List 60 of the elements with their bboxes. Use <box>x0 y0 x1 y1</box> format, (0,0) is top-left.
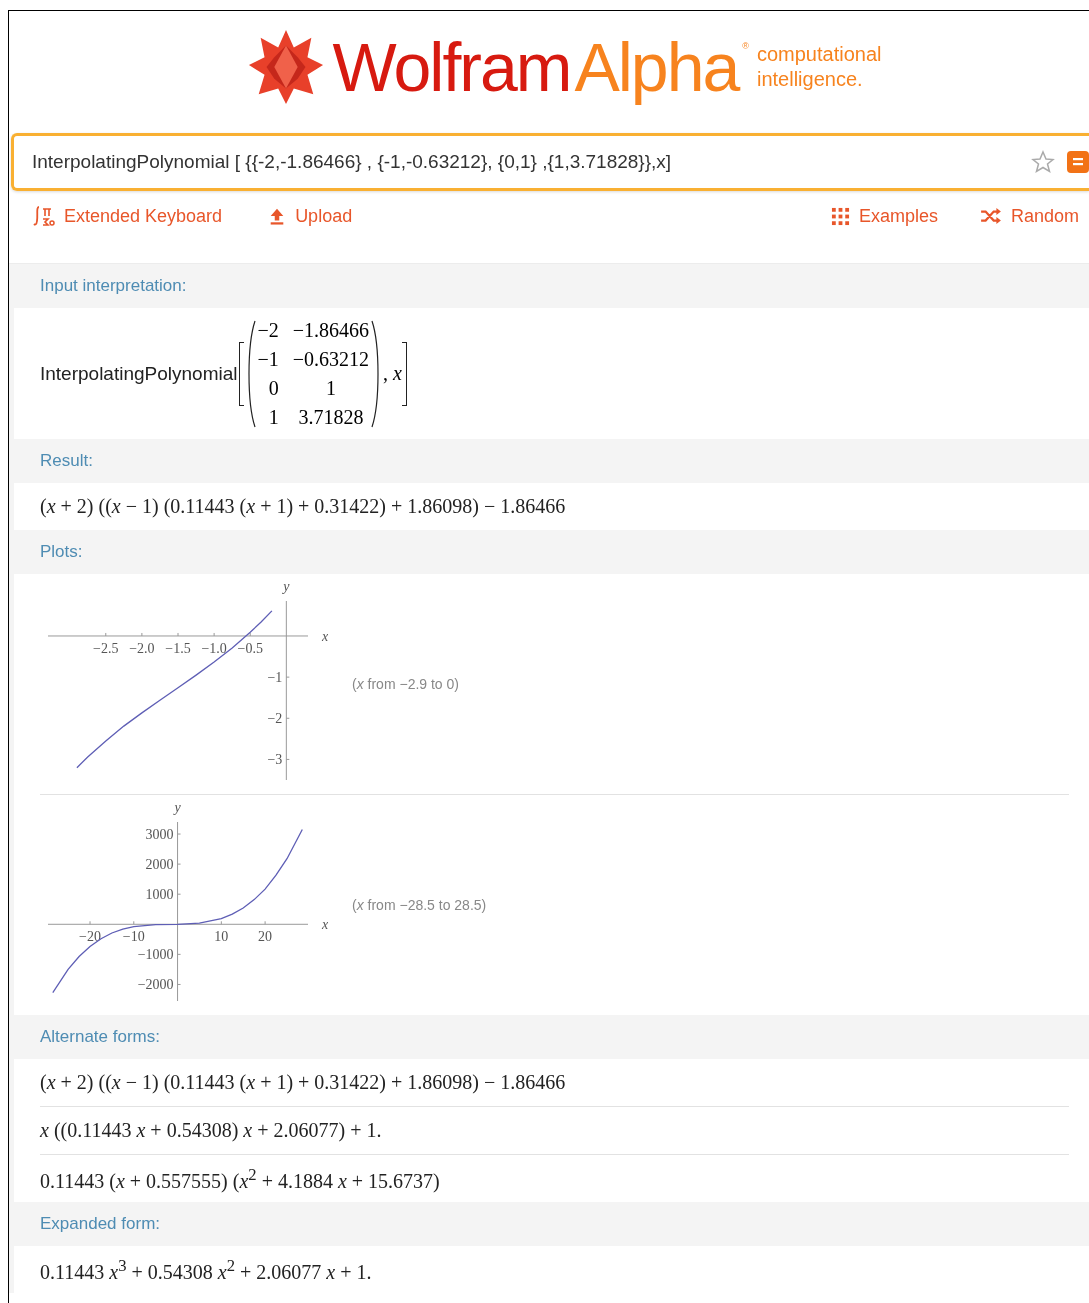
matrix-cell: −1 <box>257 346 279 372</box>
plot-range-caption: (x from −2.9 to 0) <box>352 676 459 692</box>
math-symbols-icon <box>33 205 55 227</box>
right-bracket <box>401 341 407 406</box>
search-input[interactable]: InterpolatingPolynomial [ {{-2,-1.86466} , {-1,-0.63212}, {0,1} ,{1,3.71828}},x] <box>32 151 1019 173</box>
matrix-cell-text: 0 <box>267 375 279 401</box>
tick-label: 20 <box>258 928 273 944</box>
pod-title: Expanded form: <box>40 1214 160 1234</box>
logo-wordmark: Wolfram <box>332 33 571 101</box>
toolbar-link[interactable]: Examples <box>830 201 938 231</box>
toolbar-link[interactable]: Random <box>979 201 1079 231</box>
pod-title: Alternate forms: <box>40 1027 160 1047</box>
tick-label: −20 <box>79 928 101 944</box>
tick-label: 1000 <box>145 886 174 902</box>
function-name: InterpolatingPolynomial <box>40 362 238 385</box>
list-icon[interactable] <box>1067 151 1089 173</box>
tick-label: 3000 <box>145 826 174 842</box>
tick-label: −3 <box>267 751 283 767</box>
logo-tagline: computational <box>756 42 882 67</box>
matrix-cell-text: 1 <box>267 404 279 430</box>
formula-text: 0.11443 x$^{3}$ + 0.54308 x$^{2}$ + 2.06077 x + 1. <box>40 1255 372 1284</box>
pod-title: Result: <box>40 451 93 471</box>
tick-label: 10 <box>214 928 229 944</box>
tick-label: −10 <box>122 928 145 944</box>
axis-label: y <box>174 799 181 815</box>
tick-label: −1.5 <box>165 640 191 656</box>
grid-icon <box>830 206 850 226</box>
axis-label: x <box>322 916 329 932</box>
toolbar-link[interactable]: Extended Keyboard <box>33 201 223 231</box>
pod-title: Plots: <box>40 542 83 562</box>
tick-label: −2.5 <box>93 640 119 656</box>
formula-text: 0.11443 (x + 0.557555) (x$^{2}$ + 4.1884 x + 15.6737) <box>40 1164 440 1193</box>
formula-text: (x + 2) ((x − 1) (0.11443 (x + 1) + 0.31422) + 1.86098) − 1.86466 <box>40 1071 566 1094</box>
tick-label: −0.5 <box>237 640 263 656</box>
plot-range-caption: (x from −28.5 to 28.5) <box>352 897 487 913</box>
left-bracket <box>238 341 244 406</box>
matrix-cell-text: 1 <box>324 375 337 401</box>
matrix-cell-text: 3.71828 <box>297 404 365 430</box>
tick-label: −2.0 <box>129 640 155 656</box>
tick-label: −1000 <box>137 946 174 962</box>
shuffle-icon <box>979 207 1002 225</box>
pod-title: Input interpretation: <box>40 276 187 296</box>
tick-label: −1 <box>267 669 283 685</box>
tick-label: −2 <box>267 710 283 726</box>
search-field[interactable]: InterpolatingPolynomial [ {{-2,-1.86466} , {-1,-0.63212}, {0,1} ,{1,3.71828}},x] <box>11 133 1089 191</box>
matrix-cell: −0.63212 <box>292 346 370 372</box>
star-icon[interactable] <box>1031 150 1055 174</box>
tick-label: −1.0 <box>201 640 227 656</box>
formula-text: , x <box>383 362 402 385</box>
registered-mark: ® <box>742 41 749 51</box>
formula-text: x ((0.11443 x + 0.54308) x + 2.06077) + 1. <box>40 1119 382 1142</box>
tick-label: −2000 <box>137 976 174 992</box>
axis-label: y <box>283 578 290 594</box>
axis-label: x <box>322 628 329 644</box>
formula-text: (x + 2) ((x − 1) (0.11443 (x + 1) + 0.31422) + 1.86098) − 1.86466 <box>40 495 566 518</box>
tick-label: 2000 <box>145 856 174 872</box>
matrix-cell: −1.86466 <box>292 317 370 343</box>
toolbar-link[interactable]: Upload <box>268 201 353 231</box>
matrix-cell: −2 <box>257 317 279 343</box>
logo-tagline: intelligence. <box>756 67 864 92</box>
